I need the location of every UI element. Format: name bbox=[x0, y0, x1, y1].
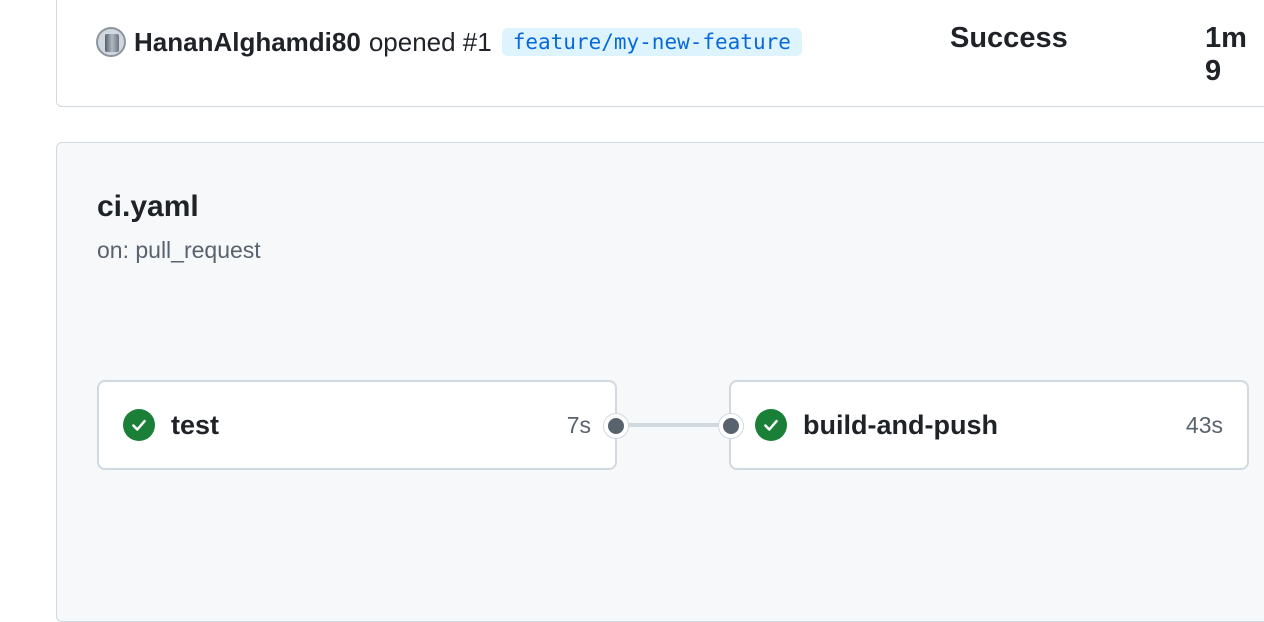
check-circle-icon bbox=[755, 409, 787, 441]
check-circle-icon bbox=[123, 409, 155, 441]
job-build-input-node bbox=[719, 414, 743, 438]
run-duration: 1m 9 bbox=[1205, 22, 1247, 87]
event-text[interactable]: opened #1 bbox=[369, 27, 492, 58]
job-name: test bbox=[171, 409, 220, 440]
workflow-file-name: ci.yaml bbox=[97, 190, 199, 223]
author-link[interactable]: HananAlghamdi80 bbox=[134, 27, 361, 58]
job-duration: 7s bbox=[566, 411, 591, 438]
run-status: Success bbox=[950, 22, 1068, 54]
job-test[interactable]: test 7s bbox=[97, 380, 617, 470]
job-build-and-push[interactable]: build-and-push 43s bbox=[729, 380, 1249, 470]
job-test-output-node bbox=[604, 414, 628, 438]
workflow-trigger: on: pull_request bbox=[97, 237, 261, 263]
job-name: build-and-push bbox=[803, 409, 998, 440]
run-trigger-row: HananAlghamdi80 opened #1 feature/my-new… bbox=[96, 25, 802, 59]
job-connector bbox=[622, 423, 728, 427]
branch-label[interactable]: feature/my-new-feature bbox=[501, 28, 802, 56]
avatar[interactable] bbox=[96, 27, 126, 57]
job-duration: 43s bbox=[1185, 411, 1223, 438]
